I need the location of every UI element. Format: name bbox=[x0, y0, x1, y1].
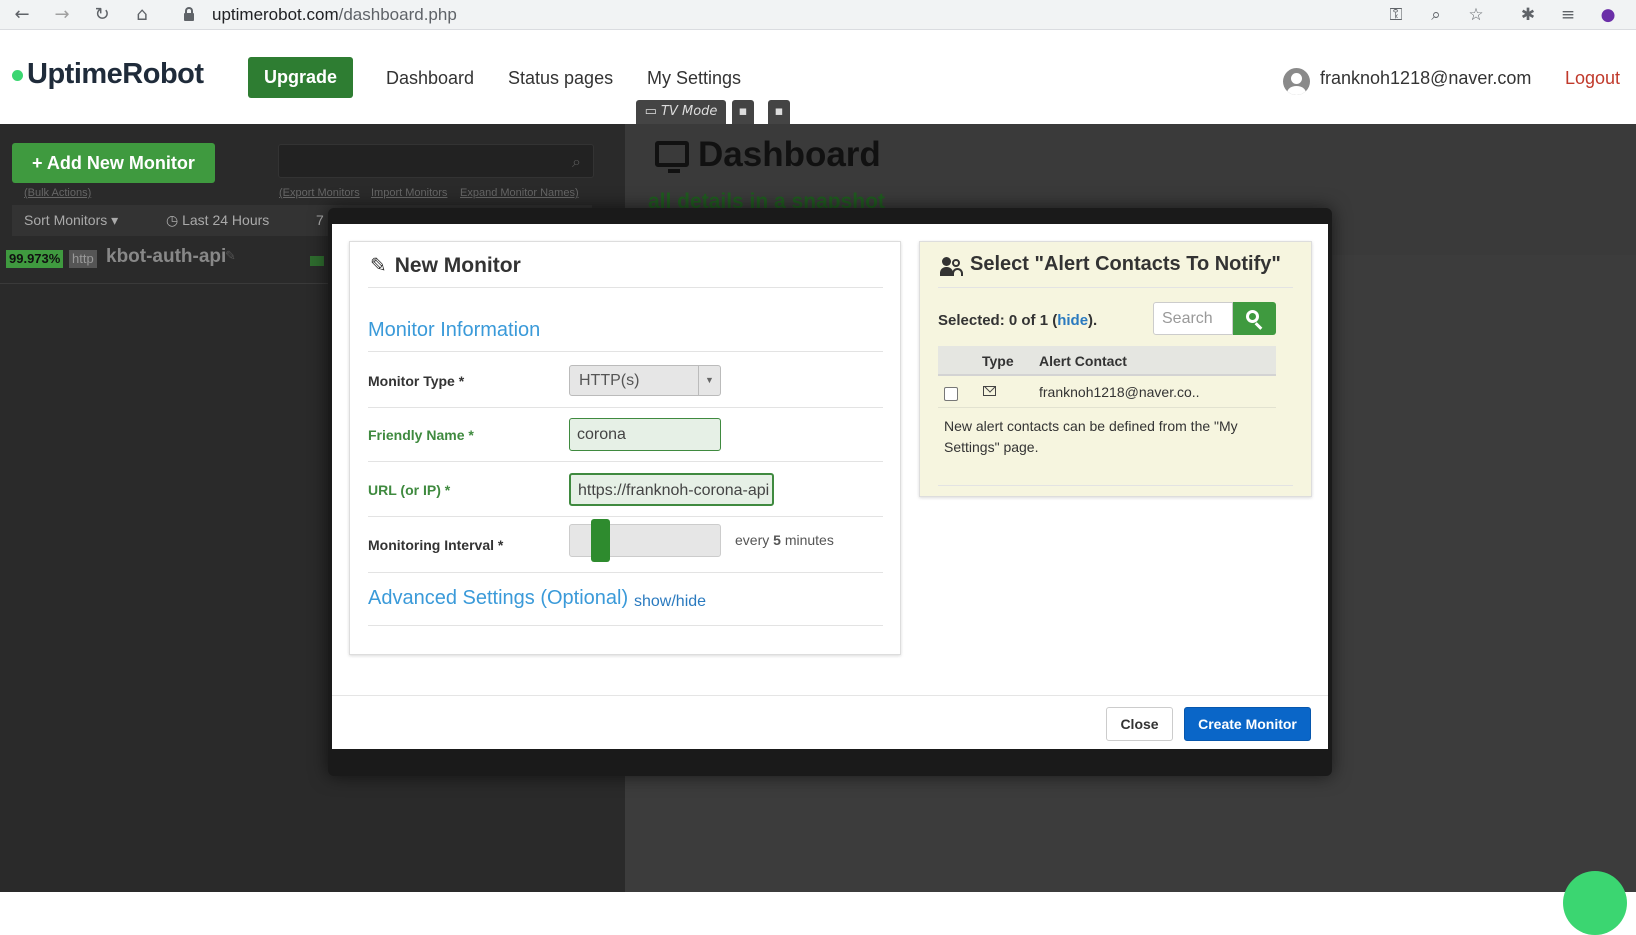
app-header: UptimeRobot Upgrade Dashboard Status pag… bbox=[0, 31, 1636, 124]
extensions-icon[interactable]: ✱ bbox=[1516, 3, 1540, 27]
divider bbox=[368, 351, 883, 352]
create-monitor-button[interactable]: Create Monitor bbox=[1184, 707, 1311, 741]
contacts-note: New alert contacts can be defined from t… bbox=[944, 418, 1238, 455]
user-avatar-icon bbox=[1283, 68, 1310, 95]
monitoring-interval-label: Monitoring Interval * bbox=[368, 537, 504, 553]
uptime-bar bbox=[310, 256, 324, 266]
logo[interactable]: UptimeRobot bbox=[12, 58, 204, 91]
interval-text: every 5 minutes bbox=[735, 532, 834, 548]
section-title: Monitor Information bbox=[368, 319, 541, 341]
selected-count: Selected: 0 of 1 (hide). bbox=[938, 312, 1098, 329]
page-title: Dashboard bbox=[698, 135, 881, 174]
contact-checkbox[interactable] bbox=[944, 387, 958, 401]
search-icon bbox=[1246, 310, 1259, 323]
time-range-extra[interactable]: 7 bbox=[316, 212, 324, 228]
mail-icon bbox=[983, 386, 996, 396]
tv-mode-tab[interactable]: ▭ TV Mode bbox=[636, 100, 726, 124]
divider bbox=[938, 485, 1293, 486]
friendly-name-label: Friendly Name * bbox=[368, 427, 474, 443]
import-monitors-link[interactable]: Import Monitors bbox=[371, 187, 447, 199]
divider bbox=[938, 287, 1293, 288]
monitor-type-select[interactable]: HTTP(s) ▼ bbox=[569, 365, 721, 396]
advanced-settings-toggle[interactable]: show/hide bbox=[634, 593, 706, 611]
nav-my-settings[interactable]: My Settings bbox=[647, 68, 741, 89]
url-input[interactable]: https://franknoh-corona-api bbox=[569, 473, 774, 506]
user-email[interactable]: franknoh1218@naver.com bbox=[1320, 68, 1531, 89]
bulk-actions-link[interactable]: (Bulk Actions) bbox=[24, 187, 91, 199]
close-button[interactable]: Close bbox=[1106, 707, 1173, 741]
divider bbox=[368, 516, 883, 517]
uptime-badge: 99.973% bbox=[6, 250, 64, 268]
contact-search-input[interactable]: Search bbox=[1153, 302, 1233, 335]
url-text: uptimerobot.com/dashboard.php bbox=[212, 5, 457, 24]
hide-link[interactable]: hide bbox=[1057, 312, 1088, 329]
home-icon[interactable]: ⌂ bbox=[130, 3, 154, 27]
divider bbox=[368, 407, 883, 408]
users-icon bbox=[940, 257, 964, 277]
profile-icon[interactable]: ● bbox=[1596, 3, 1620, 27]
browser-toolbar: ← → ↻ ⌂ uptimerobot.com/dashboard.php ⚿ … bbox=[0, 0, 1636, 30]
alert-contacts-title: Select "Alert Contacts To Notify" bbox=[970, 253, 1281, 275]
monitor-type-badge: http bbox=[69, 250, 97, 268]
nav-status-pages[interactable]: Status pages bbox=[508, 68, 613, 89]
add-new-monitor-button[interactable]: + Add New Monitor bbox=[12, 143, 215, 183]
table-row[interactable]: franknoh1218@naver.co.. bbox=[938, 376, 1276, 408]
contact-search-button[interactable] bbox=[1233, 302, 1276, 335]
edit-icon[interactable]: ✎ bbox=[225, 249, 236, 264]
monitor-search-input[interactable]: ⌕ bbox=[278, 144, 594, 178]
advanced-settings-title: Advanced Settings (Optional) bbox=[368, 587, 629, 609]
friendly-name-input[interactable]: corona bbox=[569, 418, 721, 451]
new-monitor-modal: ✎ New Monitor Monitor Information Monitor… bbox=[332, 224, 1328, 749]
time-range-button[interactable]: ◷ Last 24 Hours bbox=[166, 212, 269, 229]
facebook-icon[interactable]: ▪ bbox=[768, 100, 790, 124]
modal-footer: Close Create Monitor bbox=[332, 695, 1328, 749]
export-monitors-link[interactable]: (Export Monitors bbox=[279, 187, 360, 199]
edit-icon: ✎ bbox=[370, 253, 387, 277]
monitor-type-label: Monitor Type * bbox=[368, 373, 465, 389]
sort-monitors-dropdown[interactable]: Sort Monitors ▾ bbox=[24, 212, 118, 229]
back-icon[interactable]: ← bbox=[10, 3, 34, 27]
logout-link[interactable]: Logout bbox=[1565, 68, 1620, 89]
new-monitor-panel: ✎ New Monitor Monitor Information Monitor… bbox=[349, 241, 901, 655]
slider-handle[interactable] bbox=[591, 519, 610, 562]
status-dot-icon bbox=[12, 69, 23, 81]
contact-email: franknoh1218@naver.co.. bbox=[1039, 384, 1200, 400]
reading-list-icon[interactable]: ≡ bbox=[1556, 3, 1580, 27]
monitor-icon bbox=[655, 141, 689, 173]
divider bbox=[368, 572, 883, 573]
twitter-icon[interactable]: ▪ bbox=[732, 100, 754, 124]
chat-button[interactable] bbox=[1563, 871, 1627, 935]
upgrade-button[interactable]: Upgrade bbox=[248, 57, 353, 98]
star-icon[interactable]: ☆ bbox=[1464, 3, 1488, 27]
chevron-down-icon: ▼ bbox=[698, 366, 720, 395]
contacts-table-header: Type Alert Contact bbox=[938, 346, 1276, 376]
col-type: Type bbox=[982, 353, 1014, 369]
lock-icon bbox=[184, 7, 194, 21]
monitor-name[interactable]: kbot-auth-api bbox=[106, 246, 226, 268]
divider bbox=[368, 461, 883, 462]
interval-slider[interactable] bbox=[569, 519, 721, 562]
nav-dashboard[interactable]: Dashboard bbox=[386, 68, 474, 89]
divider bbox=[368, 287, 883, 288]
address-bar[interactable]: uptimerobot.com/dashboard.php bbox=[172, 1, 1502, 29]
forward-icon[interactable]: → bbox=[50, 3, 74, 27]
search-icon: ⌕ bbox=[572, 152, 581, 171]
url-label: URL (or IP) * bbox=[368, 482, 451, 498]
expand-names-link[interactable]: Expand Monitor Names) bbox=[460, 187, 579, 199]
panel-title: ✎ New Monitor bbox=[370, 253, 521, 277]
reload-icon[interactable]: ↻ bbox=[90, 3, 114, 27]
alert-contacts-panel: Select "Alert Contacts To Notify" Select… bbox=[919, 241, 1312, 497]
divider bbox=[368, 625, 883, 626]
col-alert-contact: Alert Contact bbox=[1039, 353, 1127, 369]
key-icon[interactable]: ⚿ bbox=[1384, 3, 1408, 27]
zoom-icon[interactable]: ⌕ bbox=[1424, 3, 1448, 27]
